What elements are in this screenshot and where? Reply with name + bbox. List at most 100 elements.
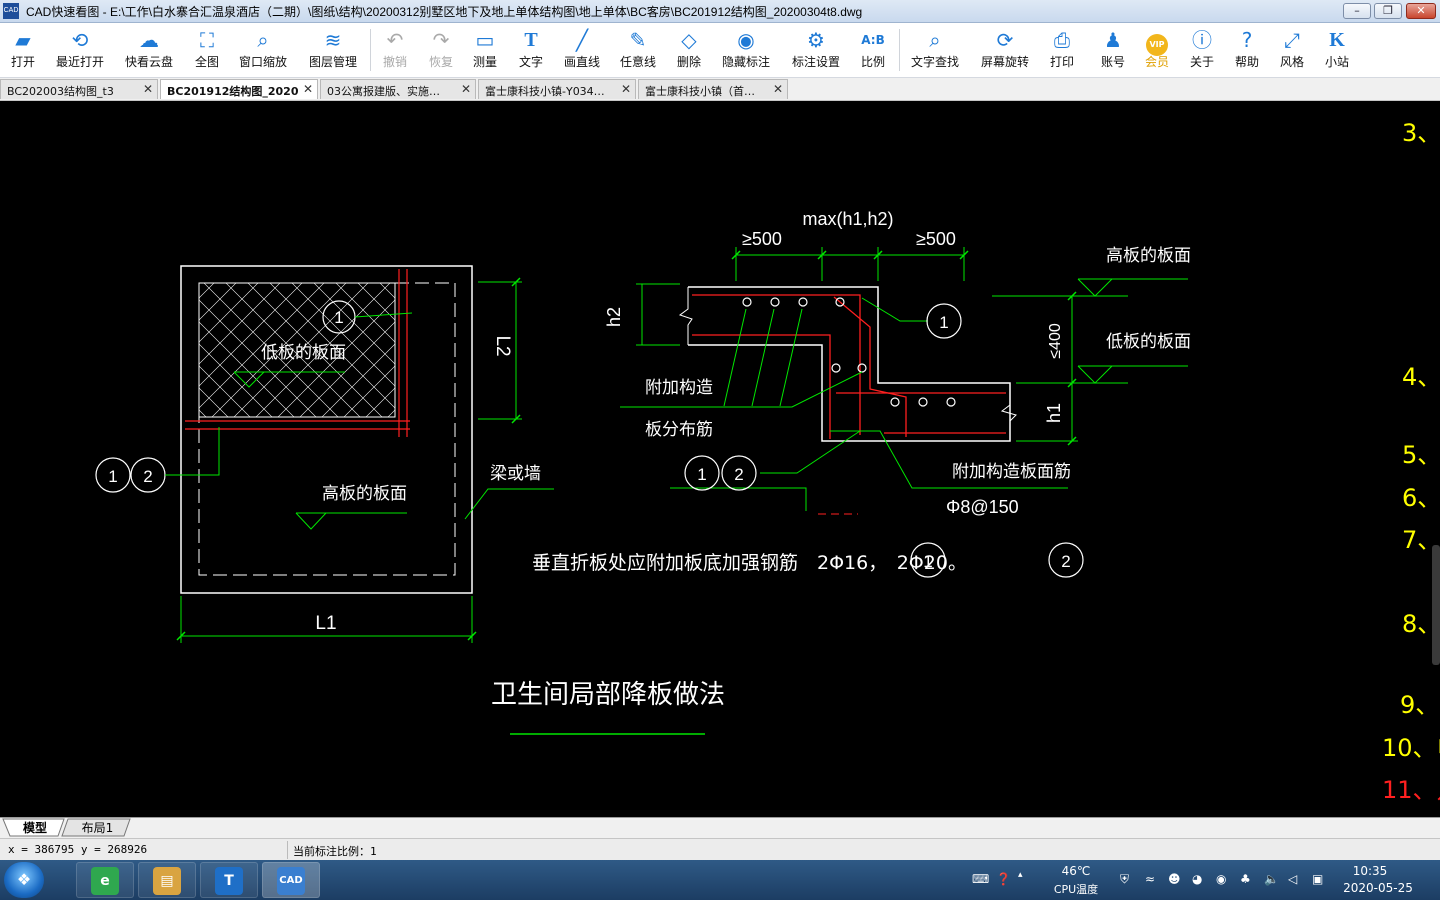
toolbar-rotate-screen-button[interactable]: ⟳ 屏幕旋转 <box>974 25 1036 75</box>
section-bubble-left-1-text: 1 <box>697 465 706 484</box>
app-logo-icon: CAD <box>3 3 19 19</box>
dim-l2-label: L2 <box>492 335 513 356</box>
toolbar-open-folder-button[interactable]: ▰ 打开 <box>0 25 53 75</box>
document-tab[interactable]: 富士康科技小镇-Y034… ✕ <box>478 79 636 99</box>
close-icon: ✕ <box>1416 4 1426 17</box>
document-tab-label: 富士康科技小镇（首… <box>645 85 755 98</box>
toolbar-separator <box>899 29 900 71</box>
help-tray-icon[interactable]: ❓ <box>996 872 1011 886</box>
people-icon[interactable]: ☻ <box>1168 872 1181 886</box>
volume-icon[interactable]: ◁ <box>1288 872 1297 886</box>
taskbar-app-button[interactable]: ▤ <box>138 862 196 898</box>
recent-icon: ⟲ <box>71 28 89 52</box>
dim-400: ≤400 <box>1047 323 1064 359</box>
toolbar-recent-button[interactable]: ⟲ 最近打开 <box>49 25 111 75</box>
zoom-window-icon: ⌕ <box>257 28 269 52</box>
toolbar-label: 快看云盘 <box>124 55 173 69</box>
toolbar-eraser-button[interactable]: ◇ 删除 <box>658 25 720 75</box>
layout-tab-model[interactable]: 模型 <box>10 819 60 837</box>
tab-close-icon[interactable]: ✕ <box>303 82 313 96</box>
wechat-icon[interactable]: ◕ <box>1192 872 1202 886</box>
extra-struct-label: 附加构造 <box>645 378 713 398</box>
clock-time[interactable]: 10:35 <box>1340 864 1400 878</box>
toolbar-label: 窗口缩放 <box>238 55 287 69</box>
toolbar-label: 小站 <box>1324 55 1349 69</box>
tab-close-icon[interactable]: ✕ <box>461 82 471 96</box>
minimize-button[interactable]: – <box>1343 3 1371 19</box>
toolbar-label: 图层管理 <box>308 55 357 69</box>
plan-bubble-1-text: 1 <box>334 308 343 327</box>
clock-date[interactable]: 2020-05-25 <box>1340 881 1416 895</box>
station-icon: K <box>1329 29 1345 51</box>
right-note-10: 10、电 <box>1382 734 1440 762</box>
right-note-5: 5、 <box>1402 441 1440 469</box>
taskbar-app-button[interactable]: e <box>76 862 134 898</box>
scale-icon: A:B <box>861 33 885 47</box>
status-divider <box>287 841 288 859</box>
layout-tab-layout1[interactable]: 布局1 <box>70 819 125 837</box>
note-bubble-1-text: 1 <box>923 552 932 571</box>
close-button[interactable]: ✕ <box>1406 3 1436 19</box>
toolbar-text-search-button[interactable]: ⌕ 文字查找 <box>904 25 966 75</box>
toolbar-scale-button[interactable]: A:B 比例 <box>842 25 904 75</box>
document-tab[interactable]: 03公寓报建版、实施… ✕ <box>320 79 476 99</box>
dim-l1-label: L1 <box>315 613 336 634</box>
taskbar-app-button[interactable]: T <box>200 862 258 898</box>
document-tab-label: BC202003结构图_t3 <box>7 85 114 98</box>
section-bubble-left-2-text: 2 <box>734 465 743 484</box>
browser-icon: e <box>91 867 119 895</box>
toolbar-label: 文字查找 <box>910 55 959 69</box>
drawing-canvas[interactable]: 1 1 2 低板的板面 高板的板面 梁或墙 L1 L2 1 1 2 max(h1… <box>0 101 1440 817</box>
cloud-icon: ☁ <box>139 28 159 52</box>
high-slab-label: 高板的板面 <box>322 484 407 504</box>
toolbar-station-button[interactable]: K 小站 <box>1306 25 1368 75</box>
keyboard-icon[interactable]: ⌨ <box>972 872 989 886</box>
toolbar-cloud-button[interactable]: ☁ 快看云盘 <box>118 25 180 75</box>
toolbar-hide-eye-button[interactable]: ◉ 隐藏标注 <box>715 25 777 75</box>
dim-h2: h2 <box>604 307 624 327</box>
qq-icon[interactable]: ♣ <box>1240 872 1251 886</box>
security-shield-icon[interactable]: ⛨ <box>1120 872 1129 887</box>
green-app-icon[interactable]: ◉ <box>1216 872 1226 886</box>
toolbar-zoom-window-button[interactable]: ⌕ 窗口缩放 <box>232 25 294 75</box>
title-bar: CAD CAD快速看图 - E:\工作\白水寨合汇温泉酒店（二期）\图纸\结构\… <box>0 0 1440 23</box>
leader-beam <box>464 488 554 520</box>
maximize-button[interactable]: ❐ <box>1374 3 1402 19</box>
fullview-icon: ⛶ <box>200 28 214 52</box>
document-tab[interactable]: 富士康科技小镇（首… ✕ <box>638 79 788 99</box>
plan-bubble-left-2-text: 2 <box>143 467 152 486</box>
document-tab-label: 03公寓报建版、实施… <box>327 85 440 98</box>
toolbar-label: 打开 <box>10 55 35 69</box>
toolbar-label: 标注设置 <box>791 55 840 69</box>
spacing-label: Φ8@150 <box>946 497 1019 517</box>
windows-taskbar: ❖ e ▤ T CAD ⌨ ❓ ▴ 46℃ CPU温度 ⛨ ≈ ☻ ◕ ◉ ♣ 🔈 ◁… <box>0 860 1440 900</box>
section-level-mark-high <box>1077 278 1113 297</box>
low-slab-label: 低板的板面 <box>261 343 346 363</box>
dim-500-right: ≥500 <box>916 229 956 249</box>
tab-close-icon[interactable]: ✕ <box>143 82 153 96</box>
canvas-scroll-handle[interactable] <box>1432 545 1440 665</box>
toolbar-layers-button[interactable]: ≋ 图层管理 <box>302 25 364 75</box>
taskbar-app-button[interactable]: CAD <box>262 862 320 898</box>
plan-bubble-left-1-text: 1 <box>108 467 117 486</box>
tab-close-icon[interactable]: ✕ <box>621 82 631 96</box>
layout-tabs: 模型 布局1 <box>0 817 1440 838</box>
toolbar-fullview-button[interactable]: ⛶ 全图 <box>176 25 238 75</box>
toolbar-label: 比例 <box>860 55 885 69</box>
layers-icon: ≋ <box>324 28 342 52</box>
drawing-title: 卫生间局部降板做法 <box>491 680 725 710</box>
toolbar-annotation-settings-button[interactable]: ⚙ 标注设置 <box>785 25 847 75</box>
toolbar-label: 屏幕旋转 <box>980 55 1029 69</box>
speaker-icon[interactable]: 🔈 <box>1264 872 1279 886</box>
document-tabs: BC202003结构图_t3 ✕ BC201912结构图_2020· ✕ 03公寓报建版… <box>0 78 1440 101</box>
toolbar-line-button[interactable]: ╱ 画直线 <box>551 25 613 75</box>
network-fish-icon[interactable]: ≈ <box>1145 872 1155 886</box>
document-tab[interactable]: BC202003结构图_t3 ✕ <box>0 79 158 99</box>
tray-expand-icon[interactable]: ▴ <box>1018 870 1023 880</box>
tab-close-icon[interactable]: ✕ <box>773 82 783 96</box>
start-button[interactable]: ❖ <box>4 862 44 898</box>
dim-max-h1-h2: max(h1,h2) <box>802 209 893 229</box>
annotation-scale: 当前标注比例：1 <box>293 845 377 858</box>
document-tab[interactable]: BC201912结构图_2020· ✕ <box>160 79 318 99</box>
network-icon[interactable]: ▣ <box>1312 872 1323 886</box>
